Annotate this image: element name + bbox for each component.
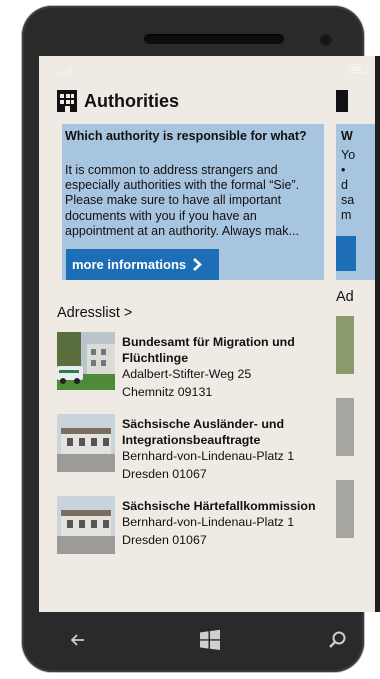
list-item[interactable]: Bundesamt für Migration und Flüchtlinge … [57, 332, 327, 408]
list-item-text: Sächsische Ausländer- und Integrationsbe… [122, 416, 328, 483]
status-bar [39, 56, 375, 82]
speaker-grille [144, 34, 284, 44]
building-photo [57, 332, 115, 390]
phone-bezel-right [375, 56, 380, 612]
app-screen: Authorities Which authority is responsib… [39, 56, 375, 612]
page-title: Authorities [84, 90, 180, 111]
adresslist-peek: Ad [336, 289, 354, 305]
building-photo [57, 496, 115, 554]
authority-city: Chemnitz 09131 [122, 384, 213, 399]
list-item[interactable]: Sächsische Ausländer- und Integrationsbe… [57, 414, 327, 490]
authority-name: Sächsische Härtefallkommission [122, 499, 316, 513]
list-item-text: Sächsische Härtefallkommission Bernhard-… [122, 498, 328, 549]
authority-street: Bernhard-von-Lindenau-Platz 1 [122, 515, 295, 529]
authority-city: Dresden 01067 [122, 532, 207, 547]
peek-text: W [341, 129, 353, 143]
authority-name: Bundesamt für Migration und Flüchtlinge [122, 335, 295, 365]
building-photo [336, 480, 354, 538]
next-pivot-peek[interactable]: W Yo • d sa m Ad [336, 56, 375, 612]
back-arrow-icon[interactable] [66, 628, 90, 652]
peek-text: Yo [341, 148, 356, 162]
peek-text: m [341, 208, 352, 222]
authority-street: Adalbert-Stifter-Weg 25 [122, 367, 252, 381]
building-icon [57, 90, 77, 112]
chevron-right-icon [193, 258, 203, 271]
signal-icon [57, 66, 73, 76]
authority-name: Sächsische Ausländer- und Integrationsbe… [122, 417, 285, 447]
list-item-text: Bundesamt für Migration und Flüchtlinge … [122, 334, 328, 401]
windows-logo-icon[interactable] [198, 628, 222, 652]
search-icon[interactable] [325, 628, 349, 652]
more-informations-button-peek [336, 236, 356, 271]
info-card-body: It is common to address strangers and es… [65, 163, 300, 238]
building-photo [336, 316, 354, 374]
peek-text: • [341, 163, 346, 177]
front-camera [319, 33, 333, 47]
authority-street: Bernhard-von-Lindenau-Platz 1 [122, 449, 295, 463]
phone-nav-bar [17, 612, 363, 672]
info-card: Which authority is responsible for what?… [62, 124, 324, 280]
building-photo [336, 398, 354, 456]
more-informations-label: more informations [72, 257, 187, 272]
info-card-heading: Which authority is responsible for what? [65, 129, 307, 143]
adresslist-link[interactable]: Adresslist > [57, 305, 132, 321]
more-informations-button[interactable]: more informations [66, 249, 219, 280]
authority-city: Dresden 01067 [122, 466, 207, 481]
page-header: Authorities [57, 90, 179, 112]
building-photo [57, 414, 115, 472]
list-item[interactable]: Sächsische Härtefallkommission Bernhard-… [57, 496, 327, 572]
building-icon [336, 90, 348, 112]
peek-text: sa [341, 193, 355, 207]
peek-text: d [341, 178, 348, 192]
